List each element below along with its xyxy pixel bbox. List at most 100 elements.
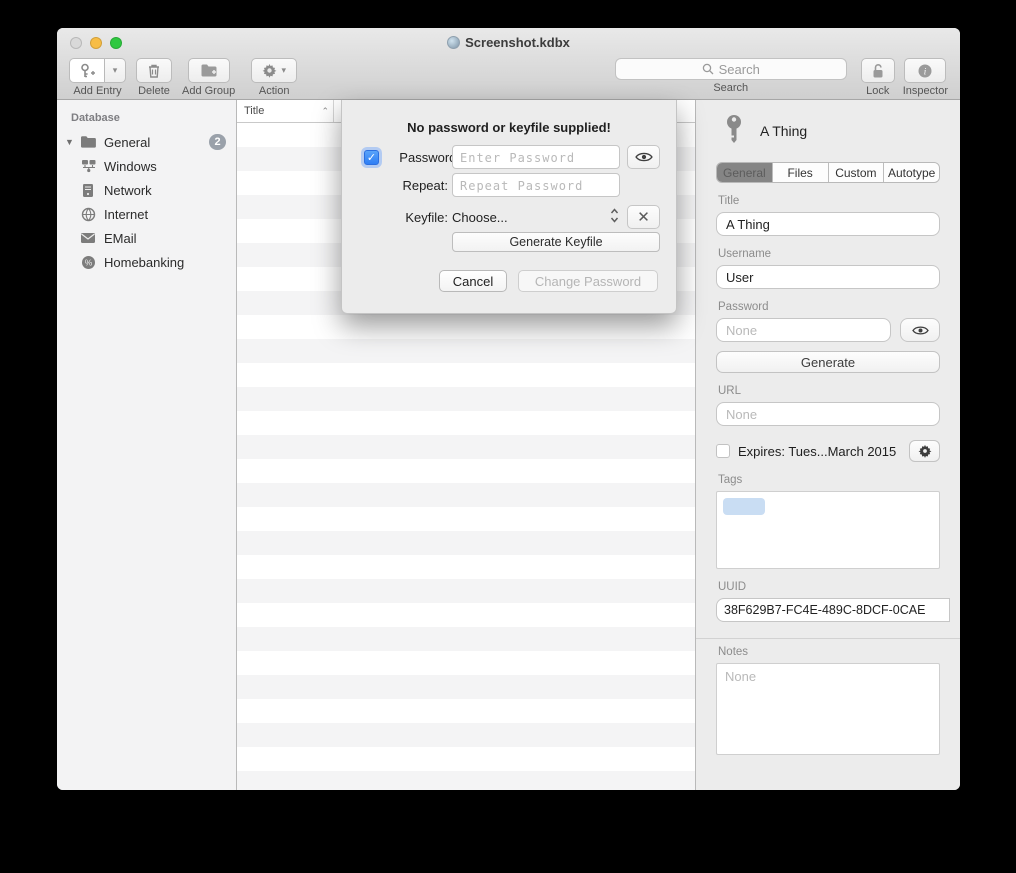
delete-group: Delete xyxy=(136,58,172,97)
notes-field-label: Notes xyxy=(718,646,940,658)
column-header-title[interactable]: Title ⌃ xyxy=(237,105,333,117)
unlocked-padlock-icon xyxy=(871,63,885,79)
server-icon xyxy=(79,182,97,198)
section-divider xyxy=(696,638,960,639)
action-button[interactable]: ▾ xyxy=(251,58,297,83)
add-entry-dropdown[interactable]: ▾ xyxy=(105,58,126,83)
windows-network-icon xyxy=(79,158,97,174)
title-field[interactable] xyxy=(716,212,940,236)
tags-field-label: Tags xyxy=(718,474,940,486)
uuid-field-label: UUID xyxy=(718,581,940,593)
change-password-button[interactable]: Change Password xyxy=(518,270,658,292)
tags-field[interactable] xyxy=(716,491,940,569)
uuid-field[interactable]: 38F629B7-FC4E-489C-8DCF-0CAE xyxy=(716,598,950,622)
username-field[interactable] xyxy=(716,265,940,289)
reveal-password-button[interactable] xyxy=(900,318,940,342)
percent-icon: % xyxy=(79,254,97,270)
sidebar-item-label: Windows xyxy=(104,159,157,174)
cancel-button[interactable]: Cancel xyxy=(439,270,507,292)
document-icon xyxy=(447,36,460,49)
key-plus-icon xyxy=(79,63,96,79)
add-entry-label: Add Entry xyxy=(73,85,121,97)
sidebar-item-general[interactable]: ▼ General 2 xyxy=(57,130,236,154)
search-group: Search Search xyxy=(615,58,847,94)
password-field-label: Password xyxy=(718,301,940,313)
tag-pill[interactable] xyxy=(723,498,765,515)
inspector-tabs: General Files Custom Autotype xyxy=(716,162,940,183)
tab-files[interactable]: Files xyxy=(773,163,829,182)
app-window: Screenshot.kdbx ▾ Add Entry xyxy=(57,28,960,790)
url-field[interactable] xyxy=(716,402,940,426)
inspector-button[interactable]: i xyxy=(904,58,946,83)
sheet-message: No password or keyfile supplied! xyxy=(342,120,676,135)
sidebar-item-email[interactable]: EMail xyxy=(57,226,236,250)
add-entry-group: ▾ Add Entry xyxy=(69,58,126,97)
clear-keyfile-button[interactable]: ✕ xyxy=(627,205,660,229)
sort-ascending-icon: ⌃ xyxy=(321,106,329,117)
enter-password-input[interactable] xyxy=(452,145,620,169)
envelope-icon xyxy=(79,230,97,246)
expires-row: Expires: Tues...March 2015 xyxy=(716,440,940,462)
inspector-group: i Inspector xyxy=(903,58,948,97)
sidebar-item-label: Homebanking xyxy=(104,255,184,270)
add-group-group: Add Group xyxy=(182,58,235,97)
gear-icon xyxy=(918,444,932,458)
inspector-label: Inspector xyxy=(903,85,948,97)
sidebar-item-windows[interactable]: Windows xyxy=(57,154,236,178)
disclosure-triangle-icon[interactable]: ▼ xyxy=(65,137,75,147)
sidebar-item-internet[interactable]: Internet xyxy=(57,202,236,226)
delete-button[interactable] xyxy=(136,58,172,83)
close-x-icon: ✕ xyxy=(637,208,650,226)
tab-custom[interactable]: Custom xyxy=(829,163,885,182)
expires-settings-button[interactable] xyxy=(909,440,940,462)
change-password-sheet: No password or keyfile supplied! ✓ Passw… xyxy=(341,100,677,314)
title-field-label: Title xyxy=(718,195,940,207)
inspector-panel: A Thing General Files Custom Autotype Ti… xyxy=(696,100,960,790)
search-label: Search xyxy=(713,82,748,94)
sidebar-item-homebanking[interactable]: % Homebanking xyxy=(57,250,236,274)
generate-keyfile-button[interactable]: Generate Keyfile xyxy=(452,232,660,252)
keyfile-popup[interactable]: Choose... xyxy=(452,210,508,225)
eye-icon xyxy=(912,325,929,336)
keyfile-label: Keyfile: xyxy=(360,210,448,225)
password-label: Password: xyxy=(372,150,460,165)
tab-autotype[interactable]: Autotype xyxy=(884,163,939,182)
add-entry-button[interactable] xyxy=(69,58,105,83)
reveal-password-button[interactable] xyxy=(627,145,660,169)
stepper-icon[interactable] xyxy=(610,207,619,225)
expires-checkbox[interactable] xyxy=(716,444,730,458)
search-placeholder: Search xyxy=(719,62,760,77)
entry-title: A Thing xyxy=(760,123,807,139)
sidebar-item-label: General xyxy=(104,135,150,150)
key-icon xyxy=(722,114,746,148)
window-title: Screenshot.kdbx xyxy=(57,35,960,50)
sidebar-item-label: Network xyxy=(104,183,152,198)
generate-password-button[interactable]: Generate xyxy=(716,351,940,373)
tab-general[interactable]: General xyxy=(717,163,773,182)
sidebar-item-label: Internet xyxy=(104,207,148,222)
info-icon: i xyxy=(917,63,933,79)
search-icon xyxy=(702,63,714,75)
sidebar-item-network[interactable]: Network xyxy=(57,178,236,202)
window-chrome: Screenshot.kdbx ▾ Add Entry xyxy=(57,28,960,100)
sidebar-header: Database xyxy=(57,108,236,130)
action-group: ▾ Action xyxy=(251,58,297,97)
gear-icon xyxy=(262,63,277,78)
sidebar: Database ▼ General 2 Windows Networ xyxy=(57,100,237,790)
url-field-label: URL xyxy=(718,385,940,397)
repeat-password-input[interactable] xyxy=(452,173,620,197)
folder-icon xyxy=(79,134,97,150)
add-group-label: Add Group xyxy=(182,85,235,97)
add-group-button[interactable] xyxy=(188,58,230,83)
notes-field[interactable]: None xyxy=(716,663,940,755)
lock-button[interactable] xyxy=(861,58,895,83)
lock-label: Lock xyxy=(866,85,889,97)
password-field[interactable] xyxy=(716,318,891,342)
expires-label: Expires: Tues...March 2015 xyxy=(738,444,901,459)
toolbar: ▾ Add Entry Delete A xyxy=(57,55,960,100)
search-input[interactable]: Search xyxy=(615,58,847,80)
folder-plus-icon xyxy=(200,63,218,78)
delete-label: Delete xyxy=(138,85,170,97)
username-field-label: Username xyxy=(718,248,940,260)
globe-icon xyxy=(79,206,97,222)
